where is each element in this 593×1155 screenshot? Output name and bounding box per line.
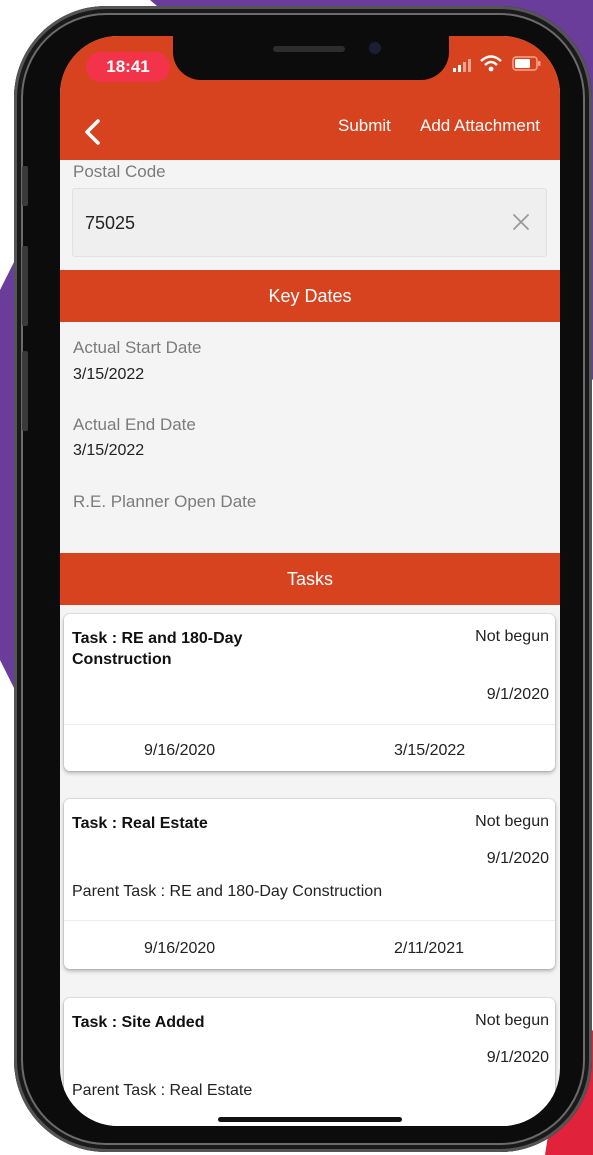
volume-up-button [22,246,28,326]
task-status: Not begun [475,628,549,645]
actual-end-date-value: 3/15/2022 [73,442,145,459]
status-bar: 18:41 [60,36,560,106]
task-date: 9/1/2020 [486,686,549,703]
actual-end-date-label: Actual End Date [73,415,196,434]
wifi-icon [480,55,502,72]
chevron-left-icon[interactable] [76,115,112,151]
battery-icon [512,56,541,71]
speaker [273,46,345,52]
signal-icon [453,59,471,72]
task-card[interactable]: Task : Site Added Not begun 9/1/2020 Par… [64,998,555,1126]
key-dates-header: Key Dates [60,270,560,322]
task-status: Not begun [475,813,549,830]
task-card[interactable]: Task : RE and 180-Day Construction Not b… [64,614,555,771]
task-title: Task : Real Estate [72,815,208,832]
task-date: 9/1/2020 [486,850,549,867]
postal-code-input[interactable] [83,207,487,239]
app-screen: 18:41 Submit Add Attachment Postal Code … [60,36,560,1126]
task-end-date: 3/15/2022 [394,742,466,759]
home-indicator[interactable] [218,1117,402,1122]
task-date: 9/1/2020 [486,1049,549,1066]
camera [369,42,381,54]
submit-button[interactable]: Submit [338,106,391,160]
tasks-header: Tasks [60,553,560,605]
volume-down-button [22,351,28,431]
task-title: Task : RE and 180-Day Construction [72,630,243,668]
actual-start-date-value: 3/15/2022 [73,366,145,383]
actual-start-date-label: Actual Start Date [73,338,202,357]
close-icon[interactable] [510,211,532,233]
task-card[interactable]: Task : Real Estate Not begun 9/1/2020 Pa… [64,799,555,969]
postal-code-label: Postal Code [73,162,166,181]
task-parent: Parent Task : Real Estate [72,1082,253,1099]
status-time: 18:41 [86,52,170,82]
notch [173,36,449,80]
task-end-date: 2/11/2021 [394,940,464,957]
task-parent: Parent Task : RE and 180-Day Constructio… [72,883,383,900]
mute-switch [22,166,28,206]
task-start-date: 9/16/2020 [144,940,216,957]
task-status: Not begun [475,1012,549,1029]
task-divider [64,724,555,725]
planner-open-date-label: R.E. Planner Open Date [73,492,257,511]
task-divider [64,920,555,921]
postal-code-field[interactable] [72,188,547,257]
app-bar: Submit Add Attachment [60,106,560,160]
task-title: Task : Site Added [72,1014,205,1031]
task-start-date: 9/16/2020 [144,742,216,759]
add-attachment-button[interactable]: Add Attachment [420,106,540,160]
